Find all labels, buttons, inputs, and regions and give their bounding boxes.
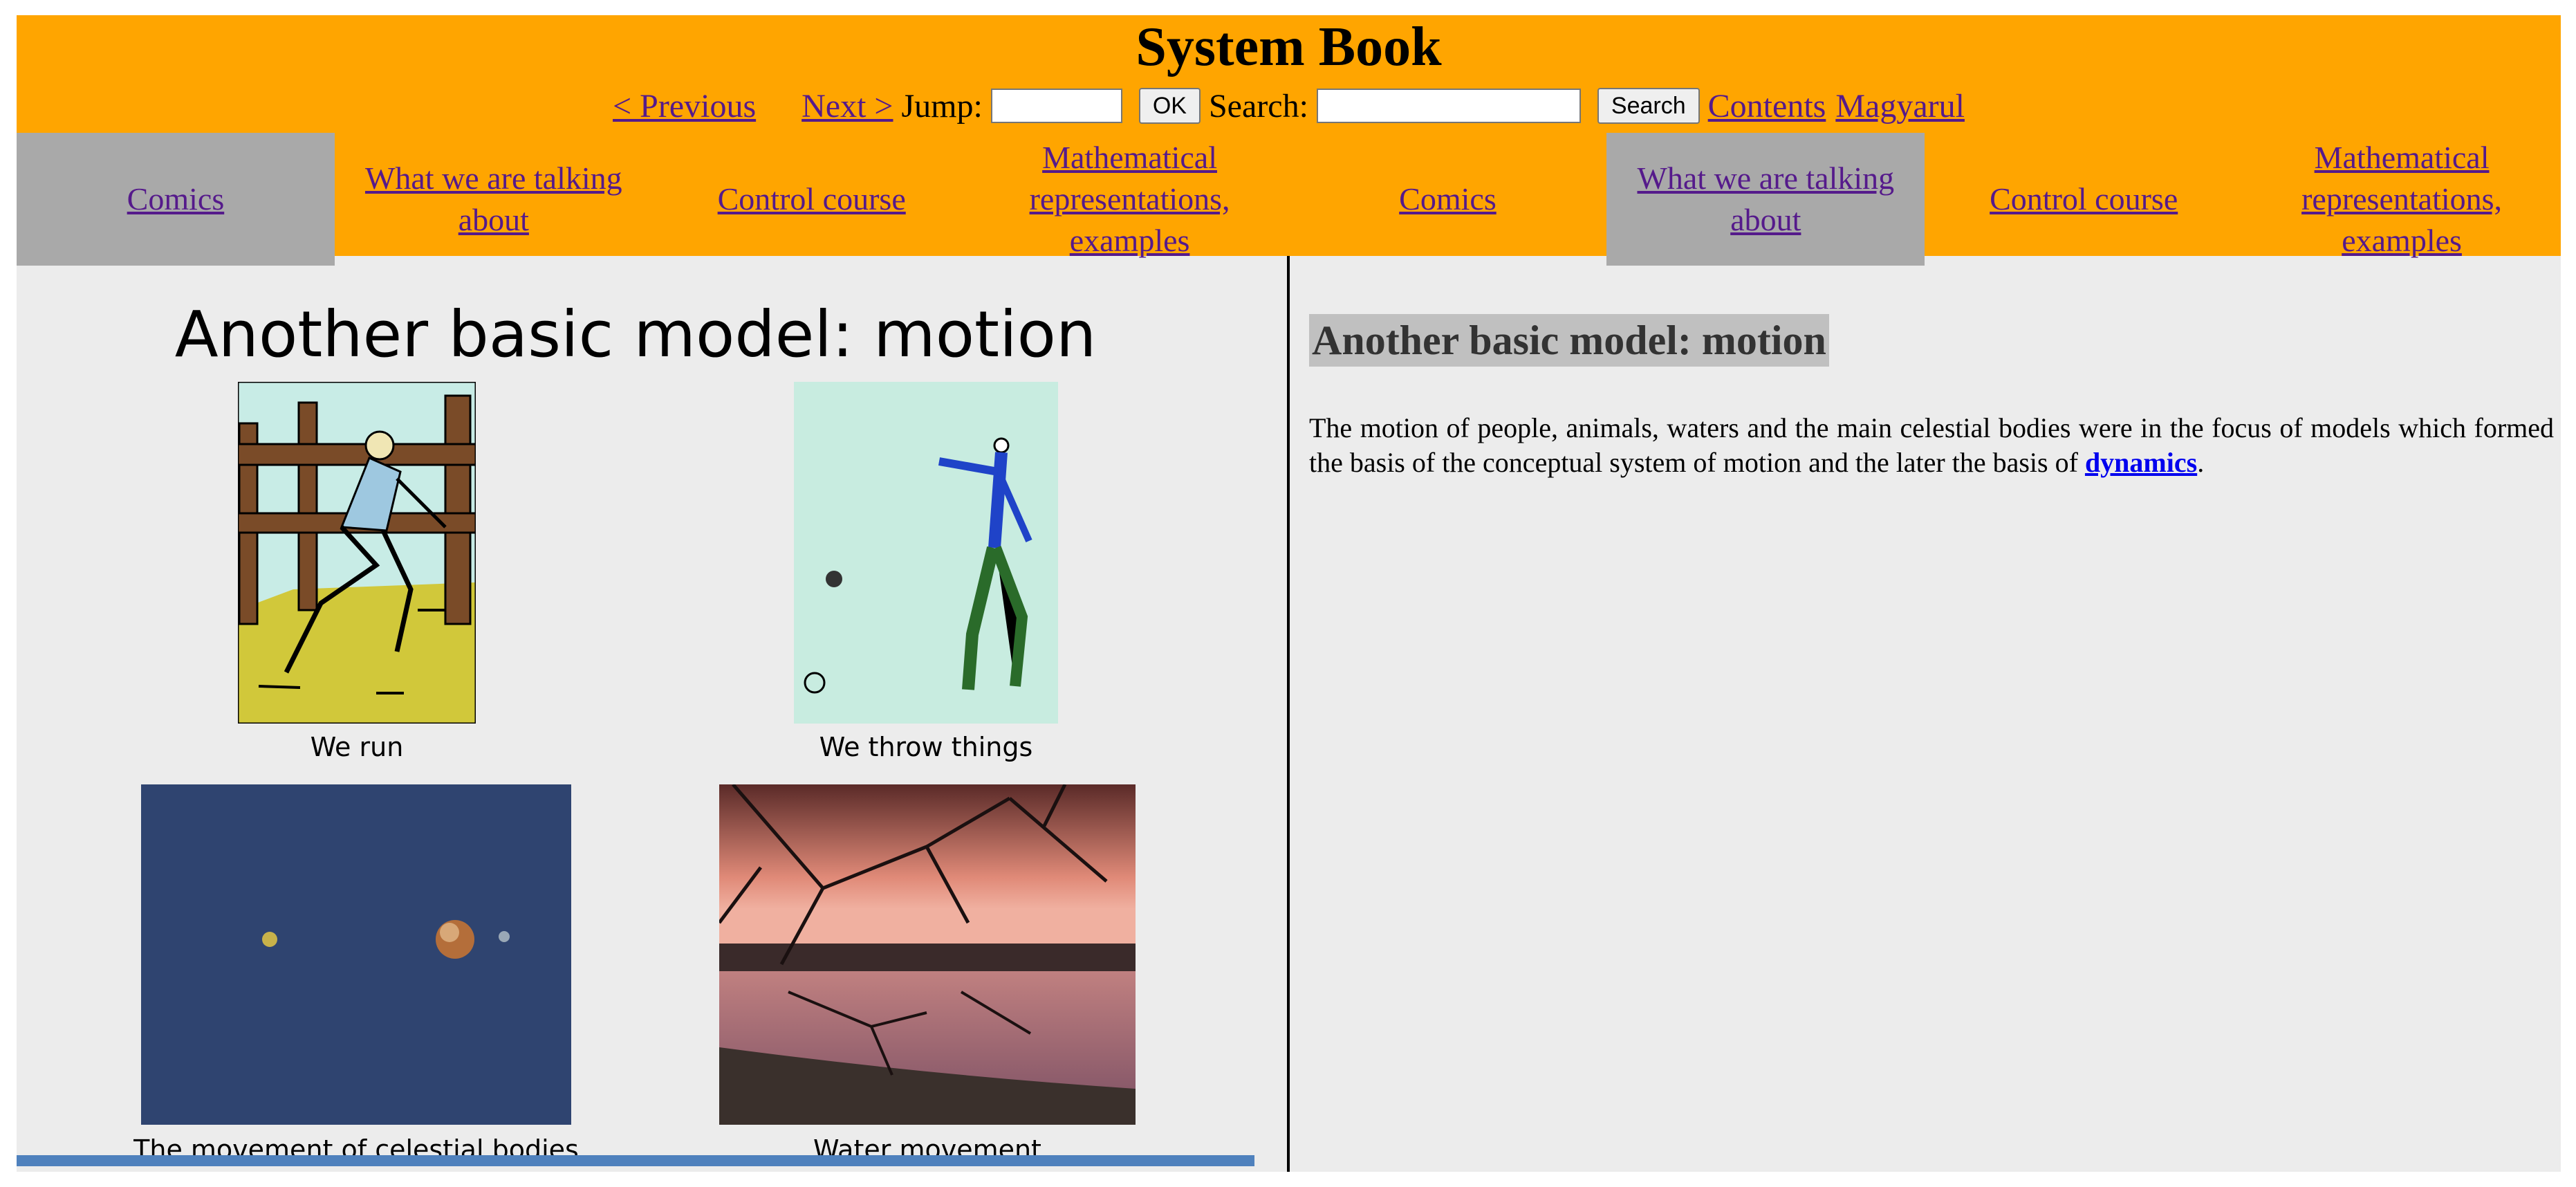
tab-talking-about-right-link[interactable]: What we are talking about xyxy=(1620,158,1911,241)
tab-bar: Comics What we are talking about Control… xyxy=(17,133,2561,266)
tab-talking-about-right[interactable]: What we are talking about xyxy=(1606,133,1925,266)
contents-link[interactable]: Contents xyxy=(1708,87,1826,125)
celestial-bodies-image xyxy=(141,784,571,1125)
throwing-person-image xyxy=(794,382,1058,724)
slide-title: Another basic model: motion xyxy=(174,297,1097,371)
tab-comics-left[interactable]: Comics xyxy=(17,133,335,266)
site-title: System Book xyxy=(1136,17,1442,77)
tab-control-course-left[interactable]: Control course xyxy=(653,133,971,266)
tab-control-course-left-link[interactable]: Control course xyxy=(718,178,906,220)
tab-talking-about-left-link[interactable]: What we are talking about xyxy=(349,158,639,241)
jump-input[interactable] xyxy=(990,89,1122,123)
search-button[interactable]: Search xyxy=(1597,88,1700,124)
tab-math-right-link[interactable]: Mathematical representations, examples xyxy=(2257,137,2547,261)
tab-comics-right[interactable]: Comics xyxy=(1289,133,1607,266)
previous-link[interactable]: < Previous xyxy=(613,87,756,125)
article-heading: Another basic model: motion xyxy=(1309,314,1829,367)
article-pane: Another basic model: motion The motion o… xyxy=(1290,256,2561,1172)
caption-we-throw: We throw things xyxy=(819,732,1033,762)
tab-comics-left-link[interactable]: Comics xyxy=(127,178,225,220)
right-tab-group: Comics What we are talking about Control… xyxy=(1289,133,2561,266)
slide-bottom-bar xyxy=(17,1155,1254,1166)
tab-control-course-right-link[interactable]: Control course xyxy=(1990,178,2178,220)
tab-math-right[interactable]: Mathematical representations, examples xyxy=(2243,133,2561,266)
header: System Book < Previous Next > Jump: OK S… xyxy=(17,15,2561,266)
running-person-image xyxy=(238,382,476,724)
jump-label: Jump: xyxy=(901,87,983,125)
tab-math-left-link[interactable]: Mathematical representations, examples xyxy=(985,137,1275,261)
article-text: The motion of people, animals, waters an… xyxy=(1309,412,2554,478)
search-label: Search: xyxy=(1208,87,1308,125)
dynamics-link[interactable]: dynamics xyxy=(2085,447,2197,478)
tab-math-left[interactable]: Mathematical representations, examples xyxy=(971,133,1289,266)
page-frame: System Book < Previous Next > Jump: OK S… xyxy=(17,15,2561,1172)
tab-talking-about-left[interactable]: What we are talking about xyxy=(335,133,653,266)
article-text-end: . xyxy=(2197,447,2205,478)
language-link[interactable]: Magyarul xyxy=(1835,87,1965,125)
tab-control-course-right[interactable]: Control course xyxy=(1925,133,2243,266)
next-link[interactable]: Next > xyxy=(801,87,893,125)
navigation-bar: < Previous Next > Jump: OK Search: Searc… xyxy=(17,79,2561,133)
ok-button[interactable]: OK xyxy=(1138,88,1201,124)
search-input[interactable] xyxy=(1316,89,1581,123)
article-paragraph: The motion of people, animals, waters an… xyxy=(1309,411,2554,480)
tab-comics-right-link[interactable]: Comics xyxy=(1399,178,1497,220)
left-tab-group: Comics What we are talking about Control… xyxy=(17,133,1289,266)
water-movement-image xyxy=(719,784,1136,1125)
slide-pane: Another basic model: motion We run We th… xyxy=(17,256,1287,1172)
caption-we-run: We run xyxy=(310,732,404,762)
